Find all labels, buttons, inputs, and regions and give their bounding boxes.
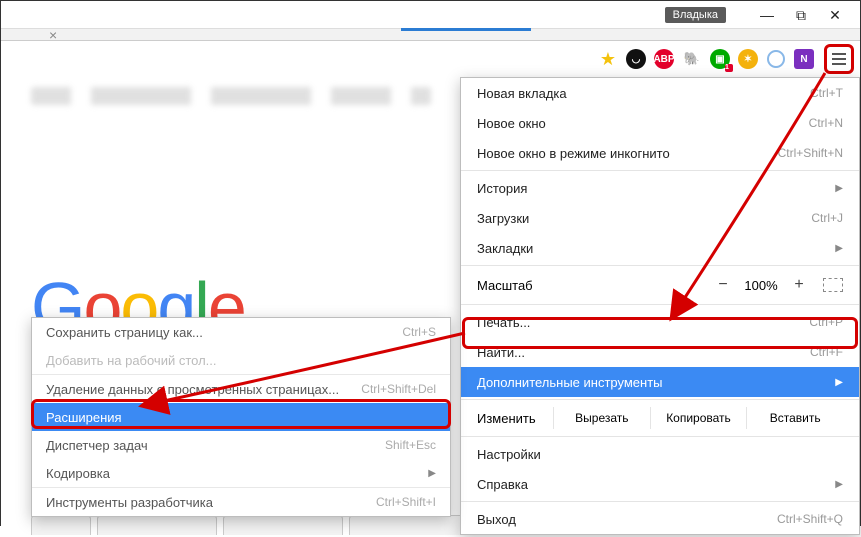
extension-icon-yellow[interactable]: ✶ [737, 48, 759, 70]
menu-settings[interactable]: Настройки [461, 439, 859, 469]
zoom-in-button[interactable]: + [785, 276, 813, 294]
fullscreen-button[interactable] [823, 278, 843, 292]
tab-strip: × [1, 29, 860, 41]
menu-help[interactable]: Справка▶ [461, 469, 859, 499]
menu-downloads[interactable]: ЗагрузкиCtrl+J [461, 203, 859, 233]
zoom-out-button[interactable]: − [709, 276, 737, 294]
user-profile-tag[interactable]: Владыка [665, 7, 726, 23]
active-tab-indicator [401, 28, 531, 31]
bookmarks-bar-blurred [31, 87, 431, 105]
menu-new-tab[interactable]: Новая вкладкаCtrl+T [461, 78, 859, 108]
menu-history[interactable]: История▶ [461, 173, 859, 203]
menu-incognito[interactable]: Новое окно в режиме инкогнитоCtrl+Shift+… [461, 138, 859, 168]
window-minimize-button[interactable]: — [750, 4, 784, 26]
submenu-encoding[interactable]: Кодировка▶ [32, 459, 450, 487]
submenu-clear-browsing-data[interactable]: Удаление данных о просмотренных страница… [32, 375, 450, 403]
chrome-menu-button[interactable] [824, 44, 854, 74]
menu-find[interactable]: Найти...Ctrl+F [461, 337, 859, 367]
browser-toolbar: ★ ◡ ABP 🐘 ▣1 ✶ N [1, 41, 860, 77]
menu-zoom: Масштаб − 100% + [461, 268, 859, 302]
bookmark-star-icon[interactable]: ★ [597, 48, 619, 70]
extension-icon-ring[interactable] [765, 48, 787, 70]
menu-exit[interactable]: ВыходCtrl+Shift+Q [461, 504, 859, 534]
window-close-button[interactable]: ✕ [818, 4, 852, 26]
menu-edit-row: Изменить Вырезать Копировать Вставить [461, 402, 859, 434]
window-maximize-button[interactable]: ⧉ [784, 4, 818, 26]
menu-bookmarks[interactable]: Закладки▶ [461, 233, 859, 263]
edit-label: Изменить [477, 411, 553, 426]
zoom-value: 100% [737, 278, 785, 293]
adblock-extension-icon[interactable]: ABP [653, 48, 675, 70]
extension-icon-green[interactable]: ▣1 [709, 48, 731, 70]
more-tools-submenu: Сохранить страницу как...Ctrl+S Добавить… [31, 317, 451, 517]
menu-new-window[interactable]: Новое окноCtrl+N [461, 108, 859, 138]
chrome-main-menu: Новая вкладкаCtrl+T Новое окноCtrl+N Нов… [460, 77, 860, 535]
edit-cut-button[interactable]: Вырезать [553, 407, 650, 429]
evernote-extension-icon[interactable]: 🐘 [681, 48, 703, 70]
window-titlebar: Владыка — ⧉ ✕ [1, 1, 860, 29]
submenu-save-page[interactable]: Сохранить страницу как...Ctrl+S [32, 318, 450, 346]
menu-more-tools[interactable]: Дополнительные инструменты▶ [461, 367, 859, 397]
zoom-label: Масштаб [477, 278, 709, 293]
submenu-developer-tools[interactable]: Инструменты разработчикаCtrl+Shift+I [32, 488, 450, 516]
edit-copy-button[interactable]: Копировать [650, 407, 747, 429]
pocket-extension-icon[interactable]: ◡ [625, 48, 647, 70]
edit-paste-button[interactable]: Вставить [746, 407, 843, 429]
submenu-extensions[interactable]: Расширения [32, 403, 450, 431]
onenote-extension-icon[interactable]: N [793, 48, 815, 70]
submenu-add-to-desktop[interactable]: Добавить на рабочий стол... [32, 346, 450, 374]
submenu-task-manager[interactable]: Диспетчер задачShift+Esc [32, 431, 450, 459]
menu-print[interactable]: Печать...Ctrl+P [461, 307, 859, 337]
